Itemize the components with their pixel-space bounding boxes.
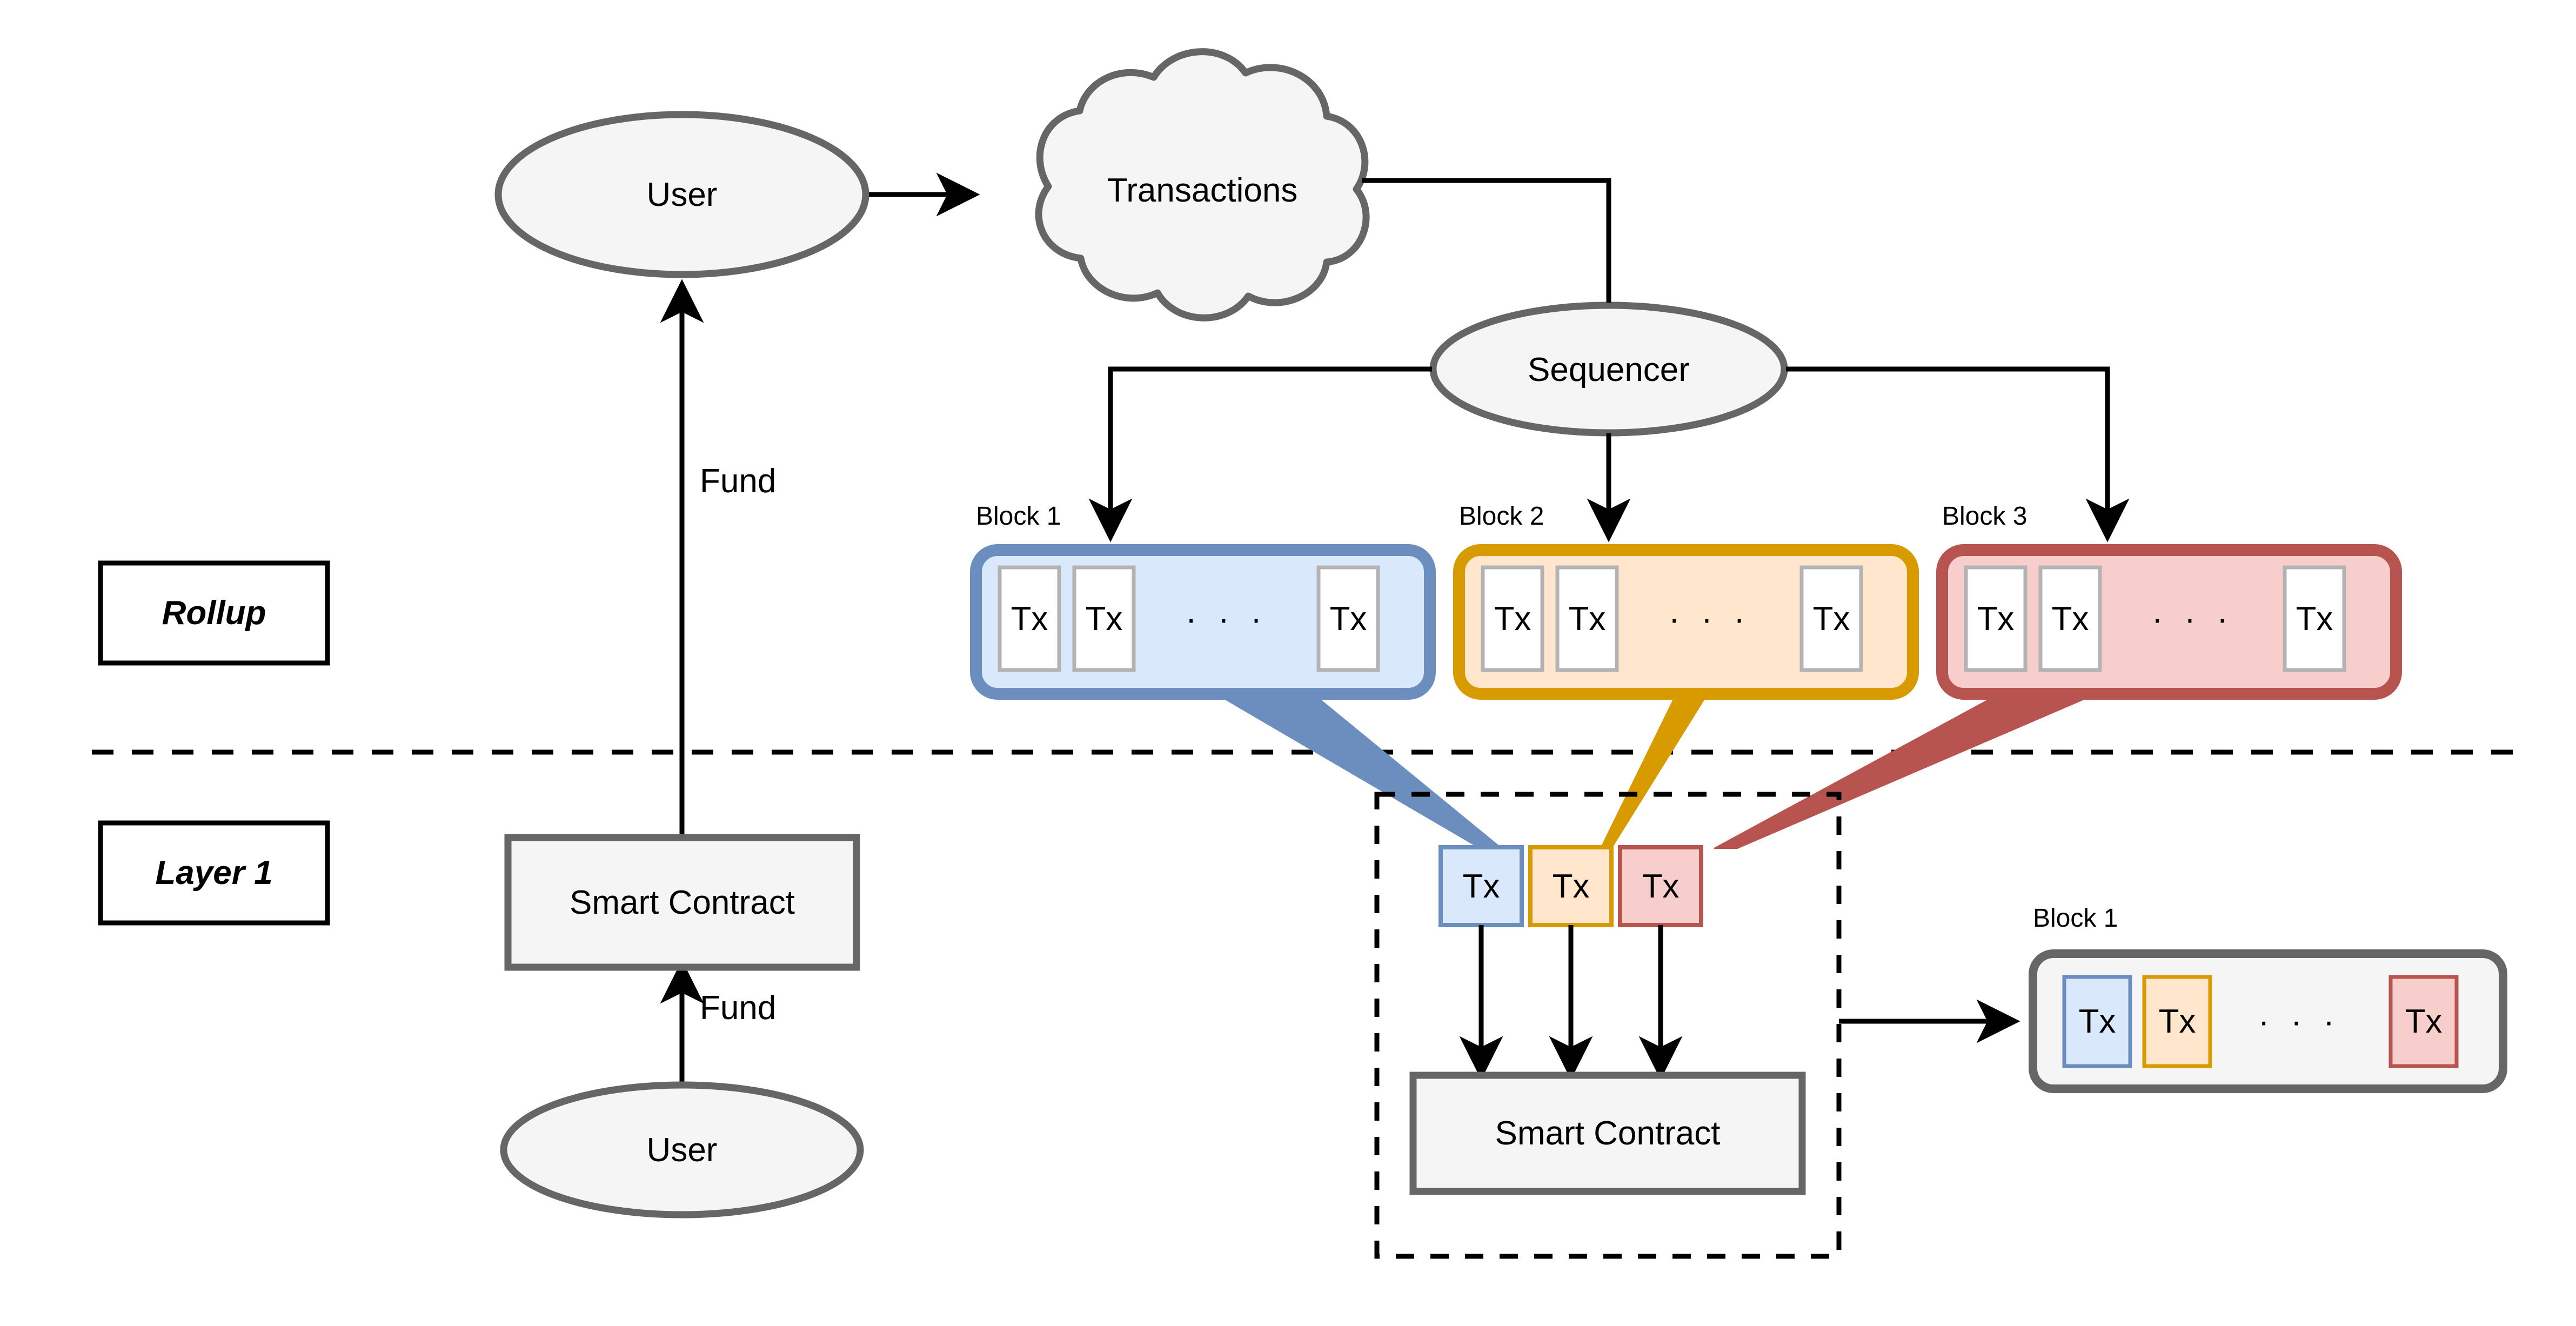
layer1-block1-ellipsis: · · · — [2258, 1003, 2341, 1040]
rollup-block-3-ellipsis: · · · — [2151, 600, 2234, 638]
rollup-block-3-tx-label: Tx — [2051, 600, 2089, 638]
rollup-block-3-tx-label: Tx — [2296, 600, 2333, 638]
rollup-block-1-tx-label: Tx — [1085, 600, 1123, 638]
rollup-block-1-tx-label: Tx — [1329, 600, 1367, 638]
rollup-layer-badge-label: Rollup — [162, 594, 266, 632]
funnel-block3-to-l1tx — [1714, 693, 2097, 849]
rollup-block-2-tx-label: Tx — [1812, 600, 1850, 638]
layer1-block1-tx-label-3: Tx — [2405, 1003, 2443, 1040]
user-top-label: User — [646, 176, 718, 213]
layer1-tx-label-3: Tx — [1642, 867, 1680, 905]
edge-transactions-to-sequencer — [1362, 178, 1611, 303]
layer1-tx-label-2: Tx — [1552, 867, 1590, 905]
rollup-block-3-tx-label: Tx — [1977, 600, 2015, 638]
layer1-block1-tx-label-2: Tx — [2158, 1003, 2196, 1040]
user-bottom-label: User — [646, 1131, 718, 1169]
edge-sequencer-to-block1 — [1088, 366, 1432, 543]
sequencer-label: Sequencer — [1528, 351, 1690, 389]
smart-contract-left-label: Smart Contract — [570, 883, 795, 921]
layer1-block1-tx-label-1: Tx — [2078, 1003, 2116, 1040]
layer1-layer-badge-label: Layer 1 — [155, 854, 273, 892]
rollup-block-2-ellipsis: · · · — [1668, 600, 1751, 638]
smart-contract-center-label: Smart Contract — [1495, 1115, 1721, 1152]
rollup-block-1-tx-label: Tx — [1011, 600, 1048, 638]
edge-sequencer-to-block3 — [1786, 366, 2130, 543]
rollup-block-2-tx-label: Tx — [1494, 600, 1531, 638]
funnel-block1-to-l1tx — [1214, 693, 1503, 849]
rollup-block-2-tx-label: Tx — [1568, 600, 1606, 638]
layer1-tx-label-1: Tx — [1462, 867, 1500, 905]
rollup-block-1-ellipsis: · · · — [1185, 600, 1268, 638]
transactions-label: Transactions — [1107, 171, 1298, 209]
funnel-block2-to-l1tx — [1600, 693, 1709, 849]
diagram-canvas: Rollup Layer 1 User Transactions Sequenc… — [0, 0, 2576, 1326]
